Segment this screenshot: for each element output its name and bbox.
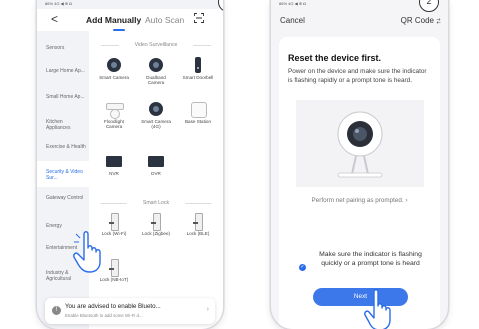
- lock-icon: [190, 213, 206, 231]
- device-label: Base Station: [184, 119, 212, 124]
- category-sidebar: Sensors Large Home Ap... Small Home Ap..…: [37, 31, 89, 329]
- tab-add-manually[interactable]: Add Manually: [86, 15, 141, 25]
- device-label: Smart Doorbell: [182, 75, 214, 80]
- sidebar-item-energy[interactable]: Energy: [46, 223, 88, 229]
- pointing-hand-icon: [73, 230, 101, 273]
- device-label: NVR: [109, 171, 119, 176]
- confirm-indicator-label[interactable]: Make sure the indicator is flashing quic…: [313, 251, 428, 268]
- device-label: Floodlight Camera: [104, 119, 124, 130]
- device-list: Video Surveillance Smart Camera Dualband…: [89, 31, 223, 329]
- camera-icon: [148, 57, 164, 73]
- checkbox-checked-icon[interactable]: ✓: [299, 264, 306, 271]
- device-label: Lock (Zigbee): [141, 231, 171, 236]
- device-label: Smart Camera: [99, 75, 129, 80]
- device-label: Smart Camera (4G): [141, 119, 171, 130]
- banner-subtitle: Enable Bluetooth to add some Wi-Fi d...: [65, 313, 143, 318]
- status-indicators: 86% 4G ◀ ⊕ ◘: [279, 1, 306, 6]
- sidebar-item-gateway-control[interactable]: Gateway Control: [46, 195, 88, 201]
- device-lock-zigbee[interactable]: Lock (Zigbee): [138, 213, 174, 236]
- pointing-hand-icon: [364, 289, 391, 329]
- camera-icon: [337, 111, 383, 178]
- info-icon: !: [52, 306, 61, 315]
- device-label: Dualband Camera: [146, 75, 166, 86]
- qr-code-button[interactable]: QR Code: [401, 16, 434, 25]
- device-label: Lock (NB-IoT): [99, 277, 129, 282]
- device-nvr[interactable]: NVR: [96, 153, 132, 176]
- nvr-icon: [106, 153, 122, 169]
- reset-instructions-card: Reset the device first. Power on the dev…: [279, 37, 440, 329]
- phone-screen-reset-device: 86% 4G ◀ ⊕ ◘ Cancel QR Code Reset the de…: [271, 0, 448, 329]
- back-icon[interactable]: <: [51, 12, 58, 26]
- lock-icon: [106, 213, 122, 231]
- device-smart-camera-4g[interactable]: Smart Camera (4G): [138, 101, 174, 130]
- dvr-icon: [148, 153, 164, 169]
- sidebar-item-kitchen-appliances[interactable]: Kitchen Appliances: [46, 119, 88, 131]
- sidebar-item-security-video[interactable]: Security & Video Sur...: [46, 169, 88, 181]
- floodlight-icon: [106, 101, 124, 119]
- sidebar-item-sensors[interactable]: Sensors: [46, 45, 88, 51]
- status-bar: 86% 4G ◀ ⊕ ◘: [37, 0, 223, 7]
- lock-icon: [148, 213, 164, 231]
- top-bar: < Add Manually Auto Scan: [37, 9, 223, 31]
- sidebar-item-large-home-appliances[interactable]: Large Home Ap...: [46, 68, 88, 74]
- doorbell-icon: [190, 57, 206, 73]
- top-bar: Cancel QR Code: [271, 9, 448, 31]
- camera-icon: [148, 101, 164, 117]
- device-label: Lock (BLE): [186, 231, 210, 236]
- bluetooth-suggestion-banner[interactable]: ! You are advised to enable Blueto... En…: [45, 298, 215, 324]
- camera-icon: [106, 57, 122, 73]
- scan-icon[interactable]: [194, 13, 204, 23]
- device-dualband-camera[interactable]: Dualband Camera: [138, 57, 174, 86]
- device-floodlight-camera[interactable]: Floodlight Camera: [96, 101, 132, 130]
- banner-title: You are advised to enable Blueto...: [65, 303, 161, 310]
- reset-description: Power on the device and make sure the in…: [288, 68, 427, 84]
- device-smart-doorbell[interactable]: Smart Doorbell: [180, 57, 216, 80]
- lock-icon: [106, 259, 122, 277]
- divider: [185, 203, 211, 204]
- sidebar-item-exercise-health[interactable]: Exercise & Health: [46, 144, 88, 150]
- tab-auto-scan[interactable]: Auto Scan: [145, 15, 184, 25]
- page-title: Reset the device first.: [288, 53, 382, 63]
- sidebar-item-small-home-appliances[interactable]: Small Home Ap...: [46, 94, 88, 100]
- device-dvr[interactable]: DVR: [138, 153, 174, 176]
- chevron-right-icon: ›: [206, 306, 209, 313]
- device-label: DVR: [151, 171, 161, 176]
- phone-screen-add-manually: 86% 4G ◀ ⊕ ◘ < Add Manually Auto Scan Se…: [37, 0, 223, 329]
- camera-illustration: [296, 100, 424, 187]
- net-pairing-link[interactable]: Perform net pairing as prompted. ›: [279, 197, 440, 204]
- swap-icon: [436, 18, 441, 24]
- cancel-button[interactable]: Cancel: [280, 16, 305, 25]
- device-smart-camera[interactable]: Smart Camera: [96, 57, 132, 80]
- device-base-station[interactable]: Base Station: [180, 101, 216, 124]
- status-indicators: 86% 4G ◀ ⊕ ◘: [45, 1, 72, 6]
- divider: [193, 45, 211, 46]
- device-lock-ble[interactable]: Lock (BLE): [180, 213, 216, 236]
- base-station-icon: [190, 101, 207, 118]
